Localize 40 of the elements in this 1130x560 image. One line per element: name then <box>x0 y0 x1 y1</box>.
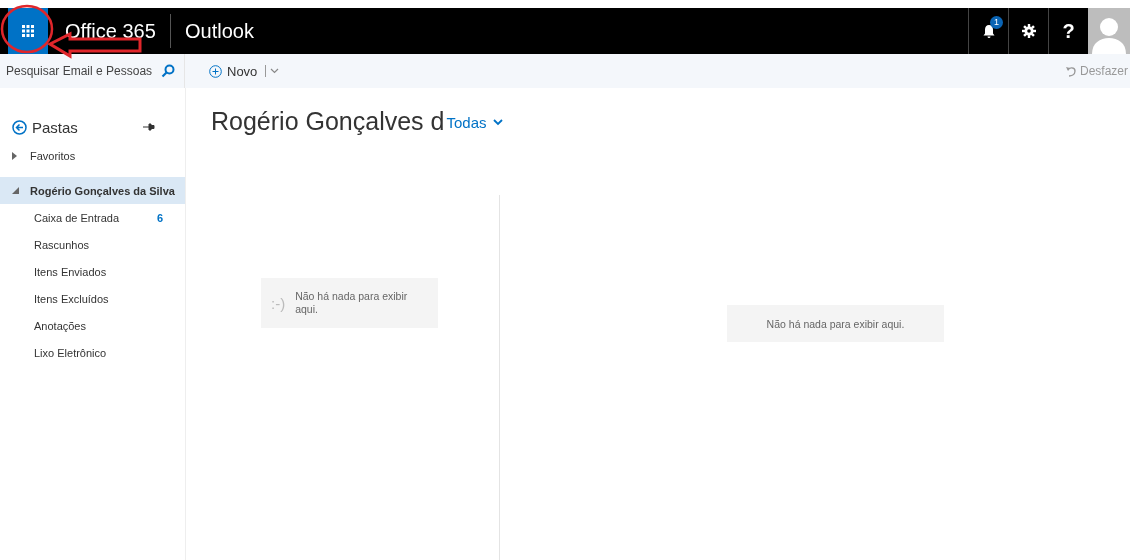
new-button[interactable]: Novo <box>207 61 260 81</box>
folders-toggle[interactable]: Pastas <box>12 118 78 136</box>
empty-message: Não há nada para exibir aqui. <box>727 305 944 342</box>
app-launcher-button[interactable] <box>8 8 48 54</box>
folder-item[interactable]: Itens Excluídos <box>0 285 185 312</box>
folder-item[interactable]: Lixo Eletrônico <box>0 339 185 366</box>
emoticon: :-) <box>271 294 286 312</box>
undo-icon <box>1065 65 1076 77</box>
folder-item[interactable]: Itens Enviados <box>0 258 185 285</box>
folder-label: Anotações <box>34 319 86 332</box>
folder-label: Caixa de Entrada <box>34 211 119 224</box>
plus-circle-icon <box>209 64 222 78</box>
folder-item[interactable]: Caixa de Entrada 6 <box>0 204 185 231</box>
pin-icon[interactable] <box>143 123 155 131</box>
waffle-icon <box>22 25 34 37</box>
folder-label: Itens Excluídos <box>34 292 109 305</box>
folder-item[interactable]: Favoritos <box>0 142 185 169</box>
collapsed-triangle-icon <box>12 151 17 160</box>
folder-label: Favoritos <box>30 149 76 162</box>
folder-title: Rogério Gonçalves d <box>211 107 445 136</box>
search-field[interactable]: Pesquisar Email e Pessoas <box>6 64 161 78</box>
app-name[interactable]: Office 365 <box>65 19 170 43</box>
expanded-triangle-icon <box>12 187 19 194</box>
folder-label: Itens Enviados <box>34 265 107 278</box>
chevron-down-icon[interactable] <box>270 68 280 74</box>
empty-message: Não há nada para exibir aqui. <box>295 290 409 316</box>
settings-icon <box>1021 24 1036 38</box>
filter-dropdown[interactable]: Todas <box>444 114 503 131</box>
folder-label: Lixo Eletrônico <box>34 346 107 359</box>
search-icon <box>161 64 175 78</box>
module-name: Outlook <box>185 19 255 43</box>
chevron-down-icon <box>492 119 503 126</box>
folder-item[interactable]: Rascunhos <box>0 231 185 258</box>
unread-count: 6 <box>156 211 163 224</box>
bell-icon <box>982 23 995 39</box>
folder-item[interactable]: Rogério Gonçalves da Silva <box>0 177 185 204</box>
folder-label: Rogério Gonçalves da Silva <box>30 184 175 197</box>
folder-item[interactable]: Anotações <box>0 312 185 339</box>
folder-label: Rascunhos <box>34 238 90 251</box>
notification-badge: 1 <box>990 16 1003 29</box>
